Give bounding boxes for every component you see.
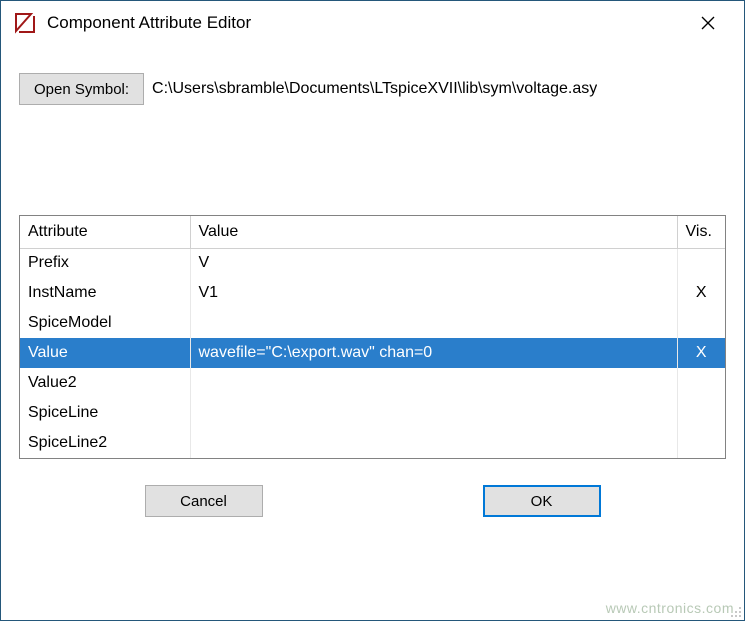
- cell-value[interactable]: [190, 368, 677, 398]
- cell-attribute[interactable]: Prefix: [20, 248, 190, 278]
- dialog-window: Component Attribute Editor Open Symbol: …: [0, 0, 745, 621]
- cell-vis[interactable]: X: [677, 338, 725, 368]
- cell-vis[interactable]: [677, 308, 725, 338]
- attribute-table-body: Prefix V InstName V1 X SpiceModel: [20, 248, 725, 458]
- cell-vis[interactable]: [677, 248, 725, 278]
- table-row[interactable]: Value2: [20, 368, 725, 398]
- table-row[interactable]: Value wavefile="C:\export.wav" chan=0 X: [20, 338, 725, 368]
- table-row[interactable]: SpiceModel: [20, 308, 725, 338]
- titlebar: Component Attribute Editor: [1, 1, 744, 45]
- cell-attribute[interactable]: InstName: [20, 278, 190, 308]
- cell-attribute[interactable]: SpiceLine2: [20, 428, 190, 458]
- cell-value[interactable]: V: [190, 248, 677, 278]
- cancel-button[interactable]: Cancel: [145, 485, 263, 517]
- cell-value[interactable]: [190, 398, 677, 428]
- table-row[interactable]: SpiceLine2: [20, 428, 725, 458]
- dialog-button-row: Cancel OK: [19, 459, 726, 535]
- table-row[interactable]: InstName V1 X: [20, 278, 725, 308]
- attribute-table-container: Attribute Value Vis. Prefix V InstName V…: [19, 215, 726, 459]
- cell-vis[interactable]: [677, 428, 725, 458]
- table-row[interactable]: SpiceLine: [20, 398, 725, 428]
- close-icon: [701, 16, 715, 30]
- cell-attribute[interactable]: SpiceLine: [20, 398, 190, 428]
- cell-value[interactable]: [190, 308, 677, 338]
- col-header-vis[interactable]: Vis.: [677, 216, 725, 248]
- cell-attribute[interactable]: Value: [20, 338, 190, 368]
- cell-vis[interactable]: [677, 398, 725, 428]
- col-header-attribute[interactable]: Attribute: [20, 216, 190, 248]
- symbol-path-text: C:\Users\sbramble\Documents\LTspiceXVII\…: [152, 80, 597, 98]
- cell-value[interactable]: [190, 428, 677, 458]
- open-symbol-button[interactable]: Open Symbol:: [19, 73, 144, 105]
- table-header-row: Attribute Value Vis.: [20, 216, 725, 248]
- cell-value[interactable]: V1: [190, 278, 677, 308]
- dialog-body: Open Symbol: C:\Users\sbramble\Documents…: [1, 45, 744, 620]
- cell-attribute[interactable]: SpiceModel: [20, 308, 190, 338]
- cell-vis[interactable]: X: [677, 278, 725, 308]
- window-title: Component Attribute Editor: [47, 13, 686, 33]
- cell-value[interactable]: wavefile="C:\export.wav" chan=0: [190, 338, 677, 368]
- table-row[interactable]: Prefix V: [20, 248, 725, 278]
- cell-attribute[interactable]: Value2: [20, 368, 190, 398]
- attribute-table[interactable]: Attribute Value Vis. Prefix V InstName V…: [20, 216, 725, 458]
- symbol-path-row: Open Symbol: C:\Users\sbramble\Documents…: [19, 73, 726, 105]
- col-header-value[interactable]: Value: [190, 216, 677, 248]
- app-icon: [13, 11, 37, 35]
- cell-vis[interactable]: [677, 368, 725, 398]
- ok-button[interactable]: OK: [483, 485, 601, 517]
- close-button[interactable]: [686, 3, 730, 43]
